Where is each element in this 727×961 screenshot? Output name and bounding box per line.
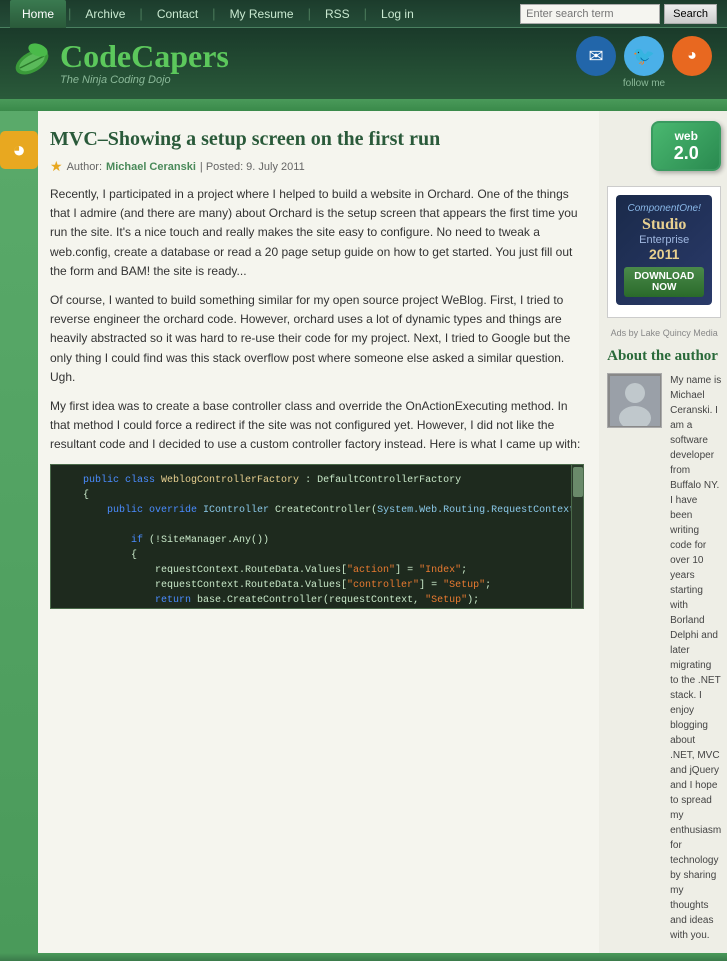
- logo-capers: Capers: [131, 38, 229, 74]
- nav-sep-4: |: [306, 6, 313, 21]
- nav-archive[interactable]: Archive: [73, 0, 137, 28]
- author-avatar: [607, 373, 662, 428]
- nav-sep-3: |: [210, 6, 217, 21]
- email-icon[interactable]: ✉: [576, 36, 616, 76]
- studio-sub: Enterprise: [624, 234, 704, 246]
- logo-text-group: CodeCapers The Ninja Coding Dojo: [60, 40, 229, 86]
- code-scrollbar-thumb[interactable]: [573, 467, 583, 497]
- rss-icon[interactable]: ◕: [672, 36, 712, 76]
- studio-ad: ComponentOne! Studio Enterprise 2011 DOW…: [616, 195, 712, 305]
- article-title: MVC–Showing a setup screen on the first …: [50, 126, 584, 152]
- logo-tagline: The Ninja Coding Dojo: [60, 74, 229, 86]
- author-content: My name is Michael Ceranski. I am a soft…: [607, 373, 721, 943]
- code-scrollbar[interactable]: [571, 465, 583, 608]
- code-line-9: return base.CreateController(requestCont…: [59, 593, 575, 608]
- code-line-3: public override IController CreateContro…: [59, 503, 575, 518]
- search-button[interactable]: Search: [664, 4, 717, 24]
- nav-bar: Home | Archive | Contact | My Resume | R…: [0, 0, 727, 28]
- nav-sep-5: |: [362, 6, 369, 21]
- code-line-10: }: [59, 608, 575, 609]
- site-logo: CodeCapers: [60, 40, 229, 72]
- article-para-1: Recently, I participated in a project wh…: [50, 185, 584, 281]
- nav-home[interactable]: Home: [10, 0, 66, 28]
- author-bio: My name is Michael Ceranski. I am a soft…: [670, 373, 721, 943]
- left-sidebar: ◕: [0, 111, 38, 953]
- article-para-2: Of course, I wanted to build something s…: [50, 291, 584, 387]
- component-one-label: ComponentOne!: [624, 203, 704, 214]
- code-line-2: {: [59, 488, 575, 503]
- search-input[interactable]: [520, 4, 660, 24]
- nav-sep-1: |: [66, 6, 73, 21]
- article-para-3: My first idea was to create a base contr…: [50, 397, 584, 455]
- studio-title: Studio: [624, 216, 704, 234]
- logo-area: CodeCapers The Ninja Coding Dojo: [10, 40, 229, 86]
- code-line-4: [59, 518, 575, 533]
- green-strip: [0, 99, 727, 111]
- follow-me-label: follow me: [623, 78, 665, 89]
- studio-download-button[interactable]: DOWNLOAD NOW: [624, 267, 704, 297]
- right-sidebar: web 2.0 ComponentOne! Studio Enterprise …: [599, 111, 727, 953]
- avatar-image: [610, 376, 660, 426]
- web20-two: 2.0: [674, 143, 699, 164]
- logo-leaf-icon: [10, 40, 55, 85]
- code-line-6: {: [59, 548, 575, 563]
- logo-code: Code: [60, 38, 131, 74]
- meta-date: | Posted: 9. July 2011: [200, 161, 305, 173]
- meta-author-label: Author:: [67, 161, 102, 173]
- social-icons: ✉ 🐦 ◕ follow me: [576, 36, 712, 89]
- content-area: MVC–Showing a setup screen on the first …: [38, 111, 599, 953]
- ad-block: ComponentOne! Studio Enterprise 2011 DOW…: [607, 186, 721, 318]
- ad-attribution: Ads by Lake Quincy Media: [607, 328, 721, 338]
- footer-strip: [0, 953, 727, 961]
- web20-badge: web 2.0: [651, 121, 721, 171]
- brand-area: CodeCapers The Ninja Coding Dojo ✉ 🐦 ◕ f…: [0, 28, 727, 99]
- nav-resume[interactable]: My Resume: [218, 0, 306, 28]
- article-body: Recently, I participated in a project wh…: [50, 185, 584, 454]
- studio-year: 2011: [624, 246, 704, 262]
- nav-rss[interactable]: RSS: [313, 0, 362, 28]
- code-line-7: requestContext.RouteData.Values["action"…: [59, 563, 575, 578]
- about-author-section: About the author My name is Michael Cera…: [607, 348, 721, 943]
- star-icon: ★: [50, 158, 63, 175]
- nav-contact[interactable]: Contact: [145, 0, 210, 28]
- about-author-title: About the author: [607, 348, 721, 365]
- article-meta: ★ Author: Michael Ceranski | Posted: 9. …: [50, 158, 584, 175]
- main-wrapper: ◕ MVC–Showing a setup screen on the firs…: [0, 111, 727, 953]
- meta-author-name[interactable]: Michael Ceranski: [106, 161, 196, 173]
- twitter-icon[interactable]: 🐦: [624, 36, 664, 76]
- search-area: Search: [520, 4, 717, 24]
- code-line-8: requestContext.RouteData.Values["control…: [59, 578, 575, 593]
- code-block[interactable]: public class WeblogControllerFactory : D…: [50, 464, 584, 609]
- code-line-5: if (!SiteManager.Any()): [59, 533, 575, 548]
- nav-login[interactable]: Log in: [369, 0, 426, 28]
- web20-web: web: [675, 129, 698, 143]
- nav-sep-2: |: [137, 6, 144, 21]
- code-line-1: public class WeblogControllerFactory : D…: [59, 473, 575, 488]
- rss-badge-icon[interactable]: ◕: [0, 131, 38, 169]
